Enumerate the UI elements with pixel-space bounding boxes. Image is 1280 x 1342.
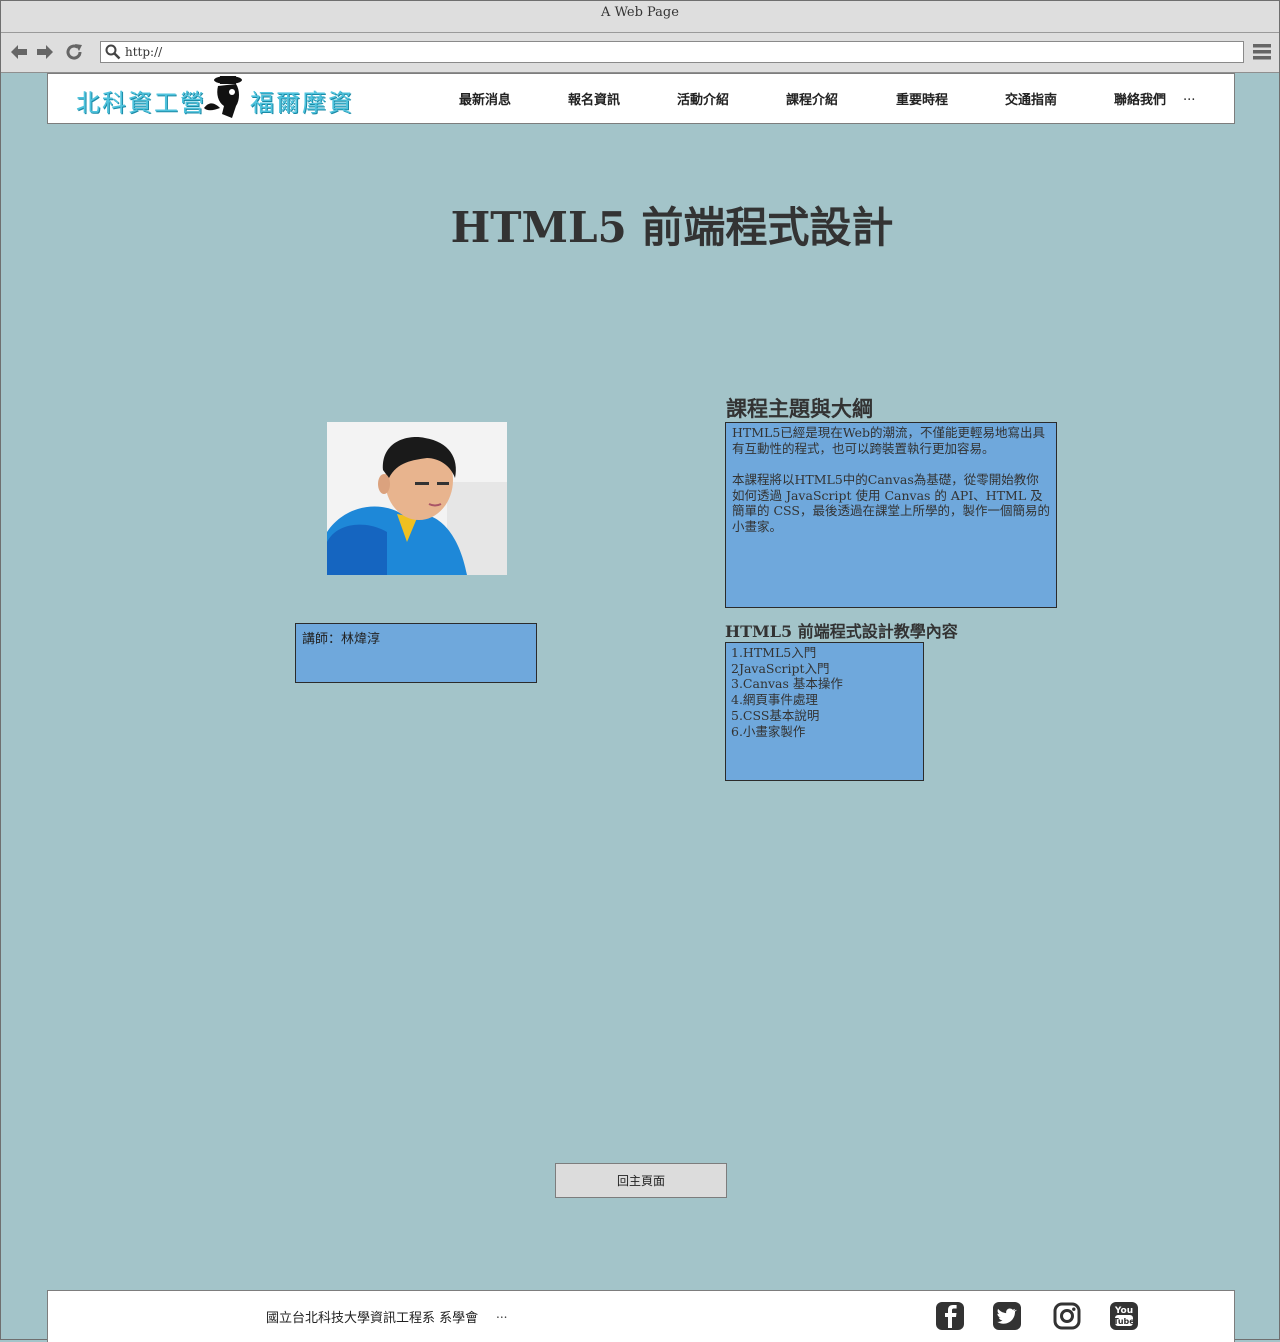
nav-schedule[interactable]: 重要時程 <box>896 89 948 108</box>
instagram-icon[interactable] <box>1052 1301 1082 1331</box>
list-item: 4.網頁事件處理 <box>731 692 818 708</box>
url-input[interactable] <box>125 43 1225 61</box>
description-paragraph: HTML5已經是現在Web的潮流，不僅能更輕易地寫出具有互動性的程式，也可以跨裝… <box>732 425 1046 456</box>
reload-icon[interactable] <box>64 42 84 62</box>
window-title: A Web Page <box>1 1 1279 33</box>
browser-toolbar <box>1 33 1279 73</box>
svg-text:Tube: Tube <box>1113 1317 1135 1326</box>
footer-more-link[interactable]: ... <box>496 1307 507 1321</box>
detective-silhouette-icon <box>204 76 242 118</box>
course-content-list: 1.HTML5入門 2JavaScript入門 3.Canvas 基本操作 4.… <box>725 642 924 781</box>
browser-window: A Web Page 北科資工營 <box>0 0 1280 1342</box>
nav-transport[interactable]: 交通指南 <box>1005 89 1057 108</box>
description-paragraph: 本課程將以HTML5中的Canvas為基礎，從零開始教你如何透過 JavaScr… <box>732 472 1050 534</box>
footer-org-name: 國立台北科技大學資訊工程系 系學會 <box>266 1311 479 1326</box>
address-bar[interactable] <box>100 41 1244 63</box>
page-title: HTML5 前端程式設計 <box>450 203 894 252</box>
twitter-icon[interactable] <box>992 1301 1022 1331</box>
site-logo[interactable]: 北科資工營 福爾摩資 <box>76 74 356 122</box>
back-home-button[interactable]: 回主頁面 <box>555 1163 727 1198</box>
instructor-photo <box>327 422 507 575</box>
forward-arrow-icon[interactable] <box>35 42 55 62</box>
list-item: 2JavaScript入門 <box>731 660 830 676</box>
logo-text-right: 福爾摩資 <box>250 89 354 117</box>
list-item: 3.Canvas 基本操作 <box>731 676 843 692</box>
nav-contact[interactable]: 聯絡我們 <box>1114 89 1166 108</box>
list-item: 1.HTML5入門 <box>731 645 817 660</box>
nav-more[interactable]: ... <box>1183 89 1195 104</box>
youtube-icon[interactable]: You Tube <box>1109 1301 1139 1331</box>
svg-text:You: You <box>1114 1306 1133 1316</box>
facebook-icon[interactable] <box>935 1301 965 1331</box>
hamburger-menu-icon[interactable] <box>1253 44 1271 60</box>
course-topic-heading: 課程主題與大綱 <box>726 396 873 421</box>
nav-courses[interactable]: 課程介紹 <box>786 89 838 108</box>
course-description-box: HTML5已經是現在Web的潮流，不僅能更輕易地寫出具有互動性的程式，也可以跨裝… <box>725 422 1057 608</box>
instructor-name-box: 講師：林煒淳 <box>295 623 537 683</box>
list-item: 5.CSS基本說明 <box>731 707 820 723</box>
nav-registration[interactable]: 報名資訊 <box>568 89 620 108</box>
course-content-heading: HTML5 前端程式設計教學內容 <box>725 622 958 641</box>
site-footer: 國立台北科技大學資訊工程系 系學會 ... You Tube <box>47 1290 1235 1342</box>
search-icon <box>105 44 121 60</box>
back-arrow-icon[interactable] <box>9 42 29 62</box>
logo-text-left: 北科資工營 <box>76 89 206 117</box>
site-header: 北科資工營 福爾摩資 最新消息 報名資訊 活動介紹 課程介紹 重要時程 交通指南… <box>47 73 1235 124</box>
nav-latest-news[interactable]: 最新消息 <box>459 89 511 108</box>
list-item: 6.小畫家製作 <box>731 723 806 739</box>
nav-activities[interactable]: 活動介紹 <box>677 89 729 108</box>
